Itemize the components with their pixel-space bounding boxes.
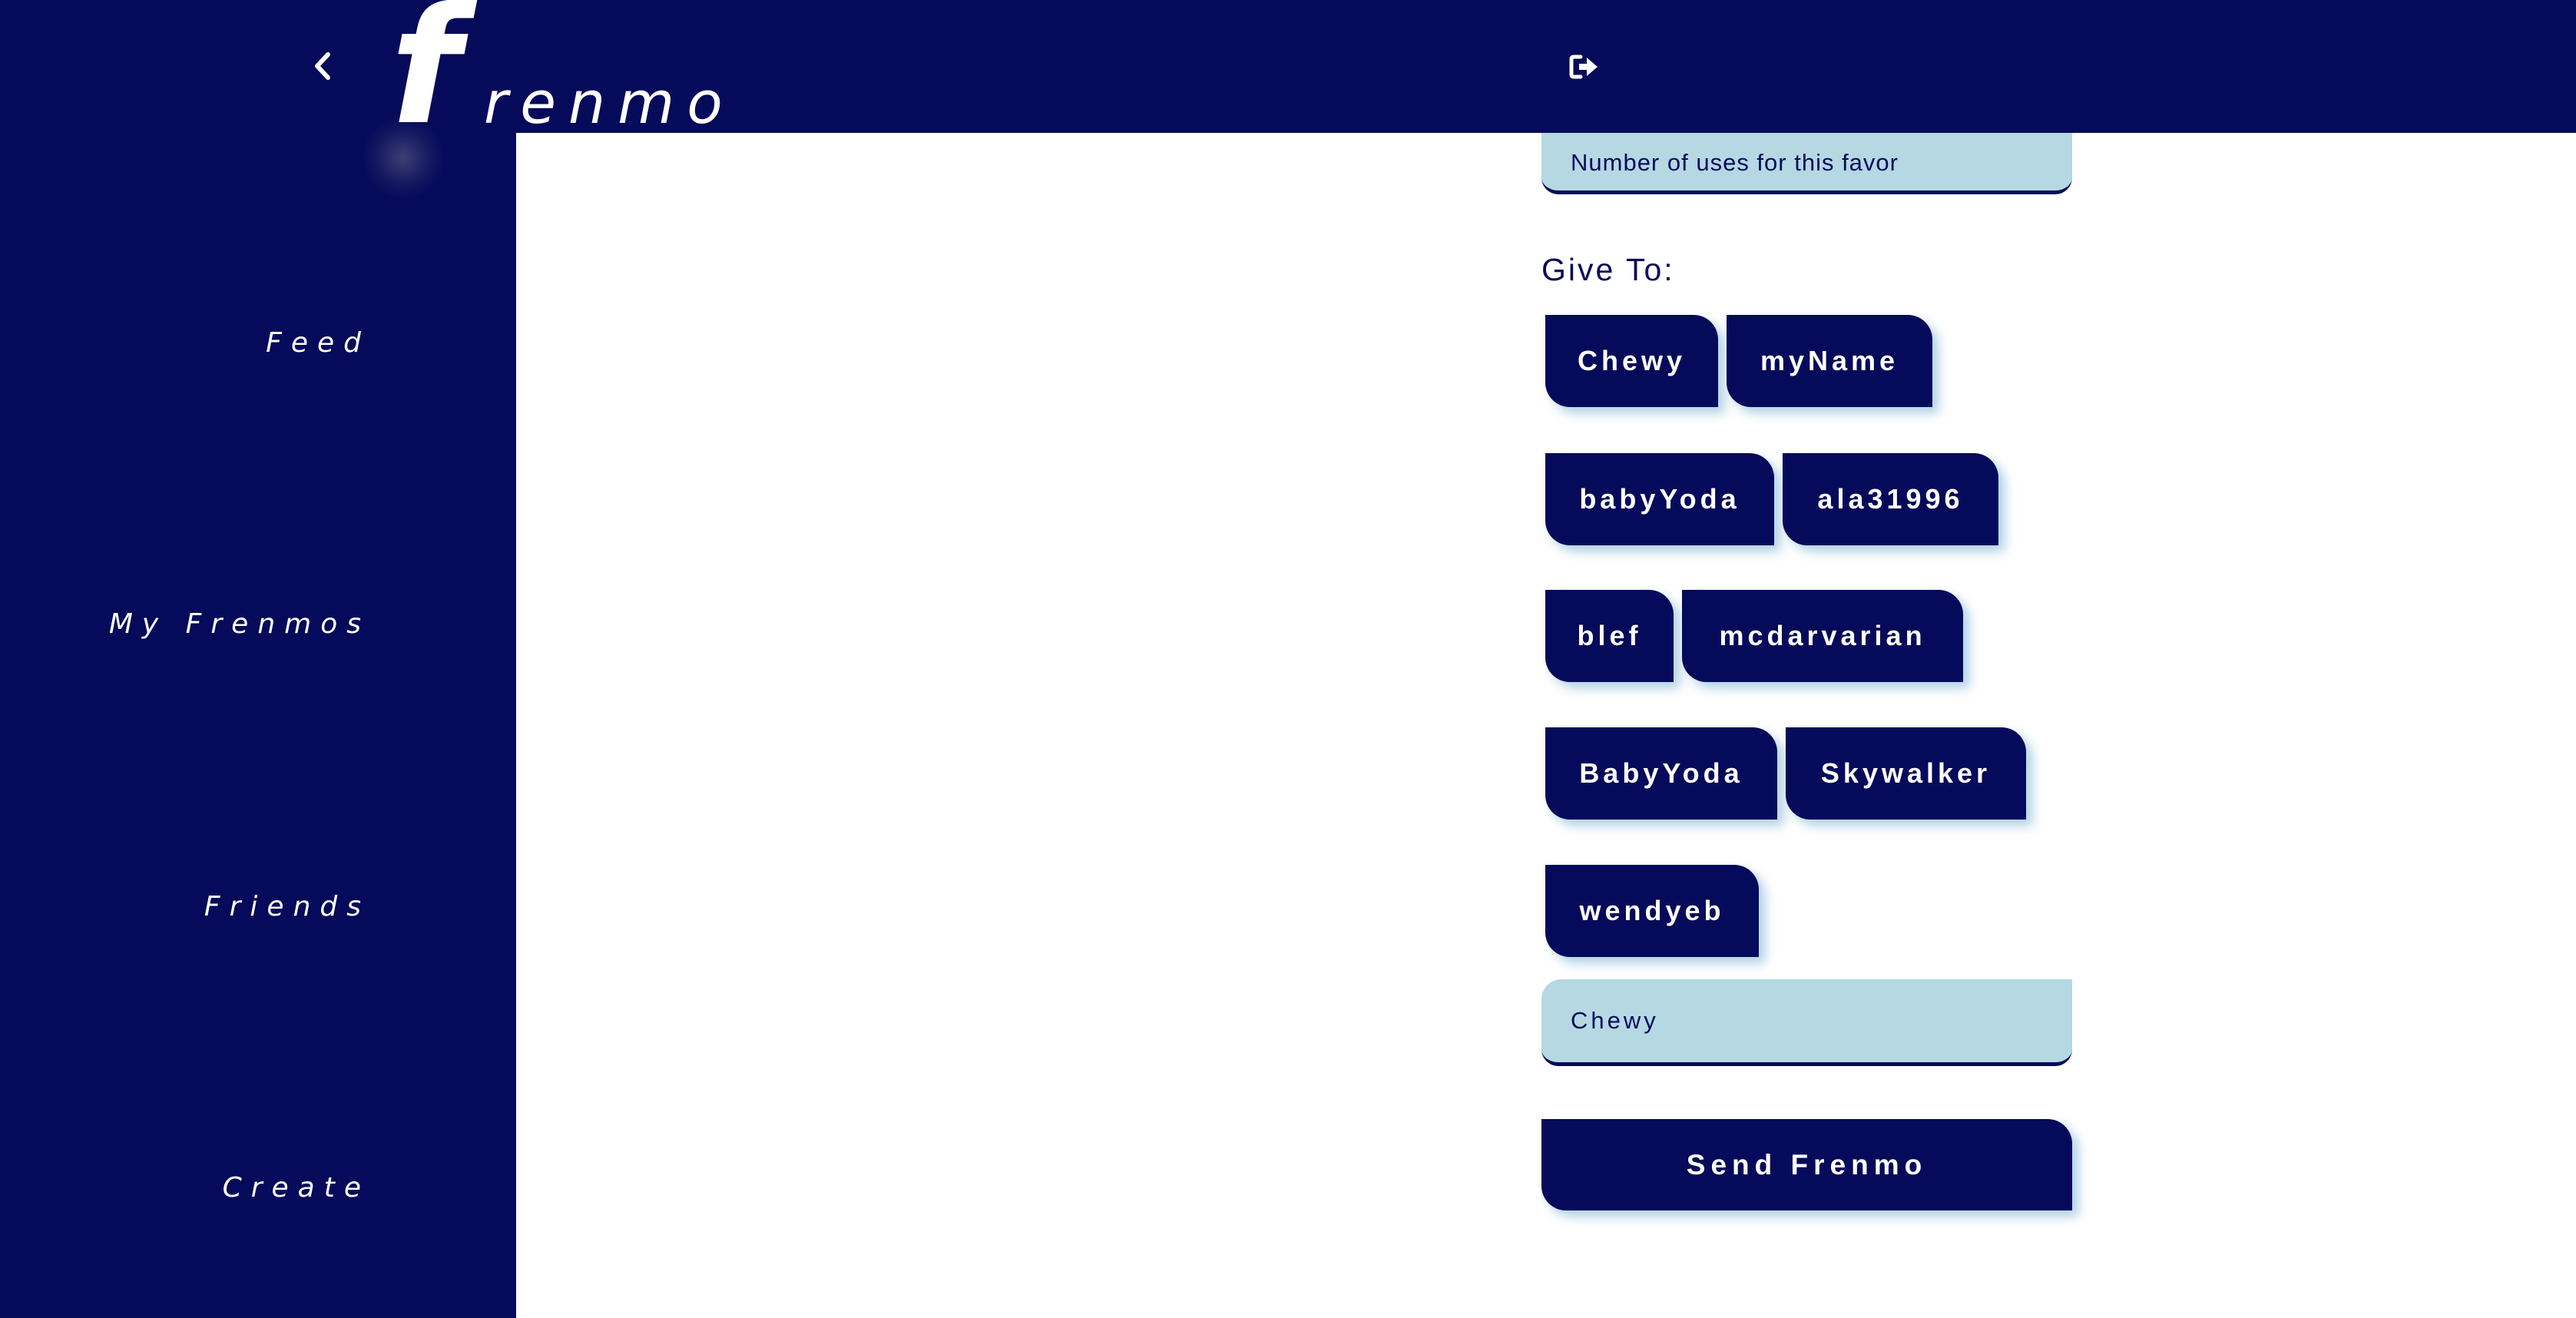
uses-input[interactable] xyxy=(1541,127,2072,194)
selected-recipient-value: Chewy xyxy=(1571,1007,1659,1034)
logo-letter-f: f xyxy=(390,0,461,161)
app-logo: f renmo xyxy=(384,0,753,163)
logo-wordmark: renmo xyxy=(484,68,735,137)
recipient-select[interactable]: Chewy xyxy=(1541,979,2072,1066)
recipient-button-wendyeb[interactable]: wendyeb xyxy=(1545,865,1759,957)
nav-item-create[interactable]: Create xyxy=(223,1172,370,1204)
chevron-left-icon xyxy=(315,52,330,80)
recipient-button-skywalker[interactable]: Skywalker xyxy=(1786,727,2026,820)
send-frenmo-button[interactable]: Send Frenmo xyxy=(1541,1119,2072,1210)
nav-item-my-frenmos[interactable]: My Frenmos xyxy=(109,608,370,640)
recipient-button-babyyoda-2[interactable]: BabyYoda xyxy=(1545,727,1777,820)
recipient-button-ala31996[interactable]: ala31996 xyxy=(1783,453,1998,545)
recipient-button-chewy[interactable]: Chewy xyxy=(1545,315,1718,407)
nav-item-feed[interactable]: Feed xyxy=(266,327,370,359)
recipient-button-mcdarvarian[interactable]: mcdarvarian xyxy=(1682,590,1963,682)
nav-item-friends[interactable]: Friends xyxy=(204,891,370,922)
give-to-label: Give To: xyxy=(1541,252,1675,287)
logout-button[interactable] xyxy=(1565,48,1604,86)
recipient-button-myname[interactable]: myName xyxy=(1727,315,1932,407)
sign-out-icon xyxy=(1569,55,1598,79)
recipient-button-blef[interactable]: blef xyxy=(1545,590,1674,682)
recipient-button-babyyoda[interactable]: babyYoda xyxy=(1545,453,1774,545)
sidebar xyxy=(0,0,516,1318)
back-button[interactable] xyxy=(301,45,344,88)
